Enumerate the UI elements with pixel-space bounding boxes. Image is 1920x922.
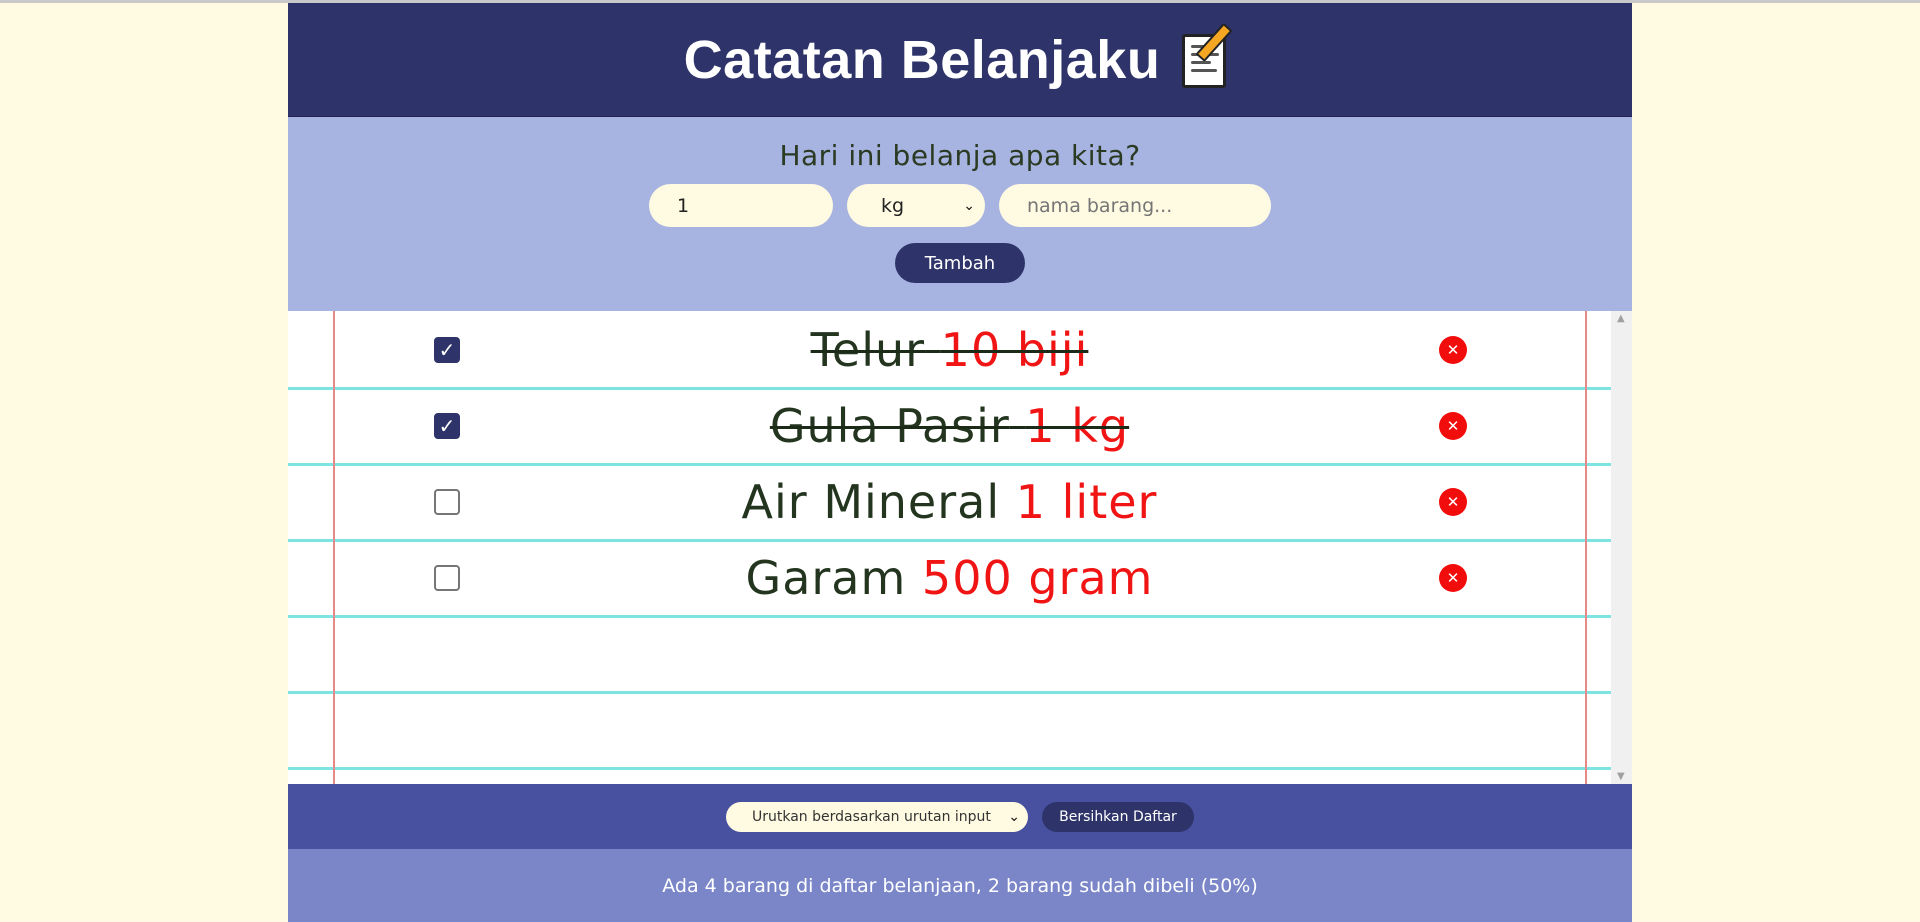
item-amount: 10 biji [940, 323, 1089, 377]
stats-footer: Ada 4 barang di daftar belanjaan, 2 bara… [288, 849, 1632, 922]
input-row: kg ⌄ [649, 184, 1271, 227]
shopping-list: ✓ Telur 10 biji ✕ ✓ Gula Pasir 1 kg ✕ Ai… [288, 311, 1632, 784]
sort-select-value: Urutkan berdasarkan urutan input [752, 808, 991, 825]
scroll-up-icon[interactable]: ▲ [1617, 313, 1625, 324]
list-item: Garam 500 gram ✕ [288, 540, 1611, 616]
page-title: Catatan Belanjaku [683, 29, 1161, 90]
clear-list-button[interactable]: Bersihkan Daftar [1042, 801, 1194, 832]
list-item: ✓ Telur 10 biji ✕ [288, 312, 1611, 388]
item-amount: 1 kg [1025, 399, 1130, 453]
item-text: Telur 10 biji [288, 323, 1611, 377]
item-name-input[interactable] [999, 184, 1271, 227]
item-name: Telur [810, 323, 926, 377]
memo-pencil-icon [1178, 22, 1236, 92]
list-controls: Urutkan berdasarkan urutan input ⌄ Bersi… [288, 784, 1632, 849]
delete-icon[interactable]: ✕ [1439, 412, 1467, 440]
list-item: ✓ Gula Pasir 1 kg ✕ [288, 388, 1611, 464]
list-item: Air Mineral 1 liter ✕ [288, 464, 1611, 540]
summary-text: Ada 4 barang di daftar belanjaan, 2 bara… [662, 874, 1258, 897]
chevron-down-icon: ⌄ [963, 197, 975, 214]
item-text: Air Mineral 1 liter [288, 475, 1611, 529]
list-scrollbar[interactable]: ▲ ▼ [1611, 311, 1632, 784]
unit-select-value: kg [881, 194, 905, 217]
delete-icon[interactable]: ✕ [1439, 336, 1467, 364]
item-name: Garam [745, 551, 907, 605]
app-header: Catatan Belanjaku [288, 3, 1632, 117]
item-text: Gula Pasir 1 kg [288, 399, 1611, 453]
delete-icon[interactable]: ✕ [1439, 488, 1467, 516]
item-amount: 500 gram [921, 551, 1154, 605]
item-text: Garam 500 gram [288, 551, 1611, 605]
scroll-down-icon[interactable]: ▼ [1617, 771, 1625, 782]
item-amount: 1 liter [1015, 475, 1158, 529]
item-name: Gula Pasir [769, 399, 1010, 453]
item-name: Air Mineral [741, 475, 1001, 529]
sort-select[interactable]: Urutkan berdasarkan urutan input ⌄ [726, 801, 1028, 832]
form-question: Hari ini belanja apa kita? [779, 139, 1141, 172]
chevron-down-icon: ⌄ [1008, 808, 1020, 825]
shopping-app: Catatan Belanjaku Hari ini belanja apa k… [288, 3, 1632, 922]
quantity-input[interactable] [649, 184, 833, 227]
add-button[interactable]: Tambah [895, 243, 1025, 283]
add-item-form: Hari ini belanja apa kita? kg ⌄ Tambah [288, 117, 1632, 311]
delete-icon[interactable]: ✕ [1439, 564, 1467, 592]
unit-select[interactable]: kg ⌄ [847, 184, 985, 227]
